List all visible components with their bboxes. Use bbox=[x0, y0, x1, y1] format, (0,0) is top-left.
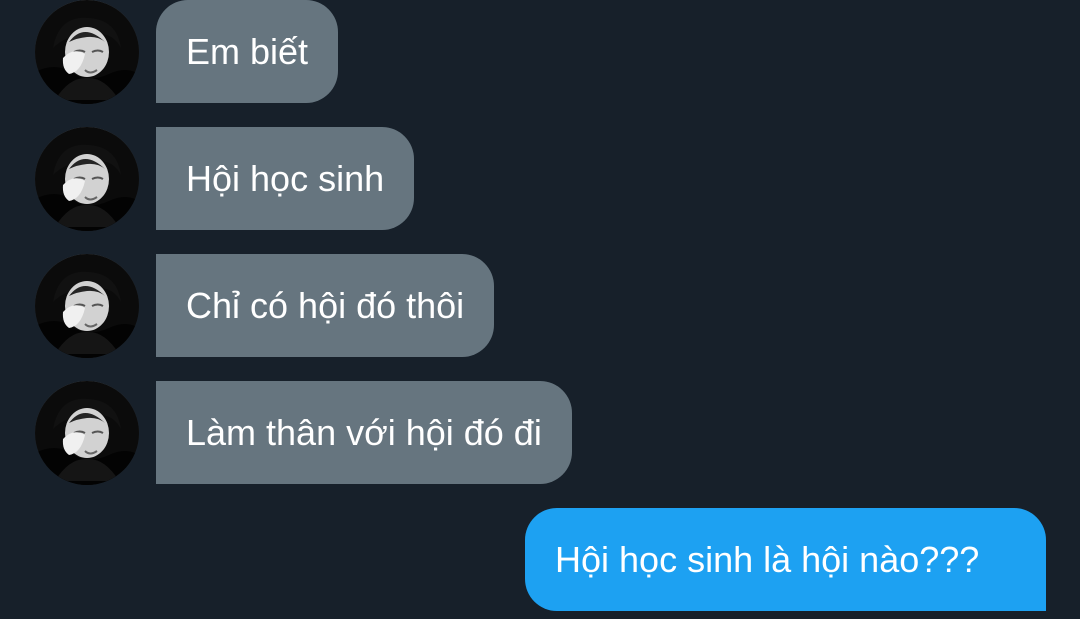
sender-avatar[interactable] bbox=[35, 381, 139, 485]
received-message-bubble[interactable]: Làm thân với hội đó đi bbox=[156, 381, 572, 484]
message-text: Hội học sinh bbox=[186, 157, 385, 199]
sender-avatar[interactable] bbox=[35, 0, 139, 104]
avatar-photo-icon bbox=[35, 254, 139, 358]
received-message-bubble[interactable]: Chỉ có hội đó thôi bbox=[156, 254, 495, 357]
chat-thread: Em biết Hội học sinh Chỉ có hội đó thôi … bbox=[0, 0, 1080, 619]
avatar-photo-icon bbox=[35, 127, 139, 231]
sender-avatar[interactable] bbox=[35, 254, 139, 358]
message-text: Làm thân với hội đó đi bbox=[186, 411, 542, 453]
received-message-bubble[interactable]: Hội học sinh bbox=[156, 127, 415, 230]
avatar-photo-icon bbox=[35, 0, 139, 104]
message-text: Hội học sinh là hội nào??? bbox=[555, 538, 980, 580]
message-text: Chỉ có hội đó thôi bbox=[186, 284, 465, 326]
received-message-bubble[interactable]: Em biết bbox=[156, 0, 339, 103]
sent-message-bubble[interactable]: Hội học sinh là hội nào??? bbox=[525, 508, 1046, 611]
avatar-photo-icon bbox=[35, 381, 139, 485]
message-text: Em biết bbox=[186, 30, 309, 72]
sender-avatar[interactable] bbox=[35, 127, 139, 231]
